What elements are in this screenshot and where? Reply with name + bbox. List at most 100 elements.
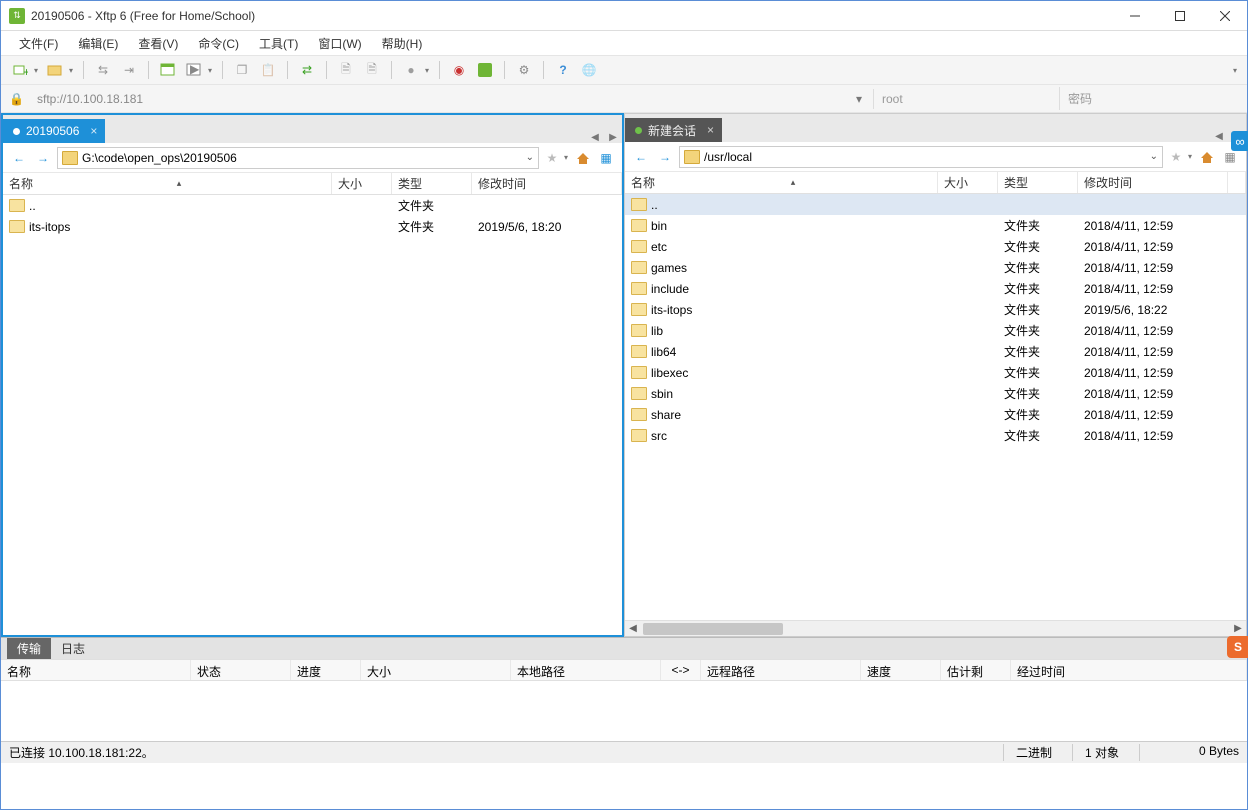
col-name[interactable]: 名称▴ xyxy=(3,173,332,194)
sync-icon[interactable]: ▶ xyxy=(183,59,205,81)
path-box[interactable]: G:\code\open_ops\20190506 ⌄ xyxy=(57,147,539,169)
toolbar-overflow[interactable]: ▾ xyxy=(1231,66,1239,75)
tab-remote[interactable]: 新建会话 × xyxy=(625,118,722,142)
menu-command[interactable]: 命令(C) xyxy=(190,33,247,54)
bookmark-icon[interactable]: ★ xyxy=(543,151,561,165)
new-session-dropdown[interactable]: ▾ xyxy=(32,66,40,75)
minimize-button[interactable] xyxy=(1112,2,1157,30)
list-item[interactable]: etc文件夹2018/4/11, 12:59 xyxy=(625,236,1246,257)
xcol-eta[interactable]: 估计剩余... xyxy=(941,660,1011,680)
side-app-icon[interactable]: S xyxy=(1227,636,1248,658)
list-item[interactable]: .. xyxy=(625,194,1246,215)
scroll-left-icon[interactable]: ◀ xyxy=(625,623,641,634)
menu-help[interactable]: 帮助(H) xyxy=(374,33,431,54)
list-item[interactable]: its-itops文件夹2019/5/6, 18:22 xyxy=(625,299,1246,320)
h-scrollbar[interactable]: ◀ ▶ xyxy=(625,620,1246,636)
col-time[interactable]: 修改时间 xyxy=(472,173,622,194)
view-mode-icon[interactable]: ▦ xyxy=(596,148,616,168)
settings-icon[interactable]: ⚙ xyxy=(513,59,535,81)
record-dropdown[interactable]: ▾ xyxy=(423,66,431,75)
col-name[interactable]: 名称▴ xyxy=(625,172,938,193)
scroll-thumb[interactable] xyxy=(643,623,783,635)
help-icon[interactable]: ? xyxy=(552,59,574,81)
menu-tools[interactable]: 工具(T) xyxy=(251,33,306,54)
home-icon[interactable] xyxy=(1198,148,1216,166)
scroll-right-icon[interactable]: ▶ xyxy=(1230,623,1246,634)
list-item[interactable]: sbin文件夹2018/4/11, 12:59 xyxy=(625,383,1246,404)
open-folder-icon[interactable] xyxy=(44,59,66,81)
col-type[interactable]: 类型 xyxy=(998,172,1078,193)
new-session-icon[interactable]: + xyxy=(9,59,31,81)
list-item[interactable]: libexec文件夹2018/4/11, 12:59 xyxy=(625,362,1246,383)
user-field[interactable]: root xyxy=(873,89,1053,109)
maximize-button[interactable] xyxy=(1157,2,1202,30)
copy-icon[interactable]: ❐ xyxy=(231,59,253,81)
col-extra[interactable] xyxy=(1228,172,1246,193)
open-folder-dropdown[interactable]: ▾ xyxy=(67,66,75,75)
path-box[interactable]: /usr/local ⌄ xyxy=(679,146,1163,168)
list-item[interactable]: share文件夹2018/4/11, 12:59 xyxy=(625,404,1246,425)
xcol-local[interactable]: 本地路径 xyxy=(511,660,661,680)
home-icon[interactable] xyxy=(574,149,592,167)
xcol-progress[interactable]: 进度 xyxy=(291,660,361,680)
new-window-icon[interactable] xyxy=(157,59,179,81)
tab-transfer[interactable]: 传输 xyxy=(7,638,51,659)
address-dropdown[interactable]: ▾ xyxy=(851,92,867,106)
bookmark-drop[interactable]: ▾ xyxy=(562,153,570,162)
path-dropdown-icon[interactable]: ⌄ xyxy=(526,152,534,163)
xcol-name[interactable]: 名称 xyxy=(1,660,191,680)
list-item[interactable]: ..文件夹 xyxy=(3,195,622,216)
xshell-icon[interactable]: ◉ xyxy=(448,59,470,81)
forward-button[interactable]: → xyxy=(655,147,675,167)
tab-log[interactable]: 日志 xyxy=(51,638,95,659)
xcol-size[interactable]: 大小 xyxy=(361,660,511,680)
left-file-list[interactable]: ..文件夹its-itops文件夹2019/5/6, 18:20 xyxy=(3,195,622,635)
tab-prev[interactable]: ◀ xyxy=(1210,131,1228,142)
xftp-icon[interactable] xyxy=(474,59,496,81)
back-button[interactable]: ← xyxy=(9,148,29,168)
bookmark-icon[interactable]: ★ xyxy=(1167,150,1185,164)
col-type[interactable]: 类型 xyxy=(392,173,472,194)
password-field[interactable]: 密码 xyxy=(1059,87,1239,110)
list-item[interactable]: src文件夹2018/4/11, 12:59 xyxy=(625,425,1246,446)
web-icon[interactable]: 🌐 xyxy=(578,59,600,81)
back-button[interactable]: ← xyxy=(631,147,651,167)
xcol-elapsed[interactable]: 经过时间 xyxy=(1011,660,1247,680)
xcol-status[interactable]: 状态 xyxy=(191,660,291,680)
list-item[interactable]: lib文件夹2018/4/11, 12:59 xyxy=(625,320,1246,341)
list-item[interactable]: include文件夹2018/4/11, 12:59 xyxy=(625,278,1246,299)
close-button[interactable] xyxy=(1202,2,1247,30)
close-icon[interactable]: × xyxy=(90,124,97,138)
paste-icon[interactable]: 📋 xyxy=(257,59,279,81)
menu-window[interactable]: 窗口(W) xyxy=(310,33,369,54)
list-item[interactable]: its-itops文件夹2019/5/6, 18:20 xyxy=(3,216,622,237)
tab-local[interactable]: 20190506 × xyxy=(3,119,105,143)
list-item[interactable]: games文件夹2018/4/11, 12:59 xyxy=(625,257,1246,278)
refresh-icon[interactable]: ⇄ xyxy=(296,59,318,81)
col-size[interactable]: 大小 xyxy=(938,172,998,193)
doc1-icon[interactable]: 🗎 xyxy=(335,59,357,81)
menu-edit[interactable]: 编辑(E) xyxy=(70,33,126,54)
list-item[interactable]: lib64文件夹2018/4/11, 12:59 xyxy=(625,341,1246,362)
close-icon[interactable]: × xyxy=(707,123,714,137)
col-size[interactable]: 大小 xyxy=(332,173,392,194)
link-icon[interactable]: ⇆ xyxy=(92,59,114,81)
xcol-speed[interactable]: 速度 xyxy=(861,660,941,680)
address-input[interactable]: sftp://10.100.18.181 xyxy=(31,89,845,109)
record-icon[interactable]: ● xyxy=(400,59,422,81)
side-link-icon[interactable]: ∞ xyxy=(1231,131,1248,151)
menu-file[interactable]: 文件(F) xyxy=(11,33,66,54)
tab-next[interactable]: ▶ xyxy=(604,132,622,143)
forward-button[interactable]: → xyxy=(33,148,53,168)
right-file-list[interactable]: ..bin文件夹2018/4/11, 12:59etc文件夹2018/4/11,… xyxy=(625,194,1246,620)
tab-prev[interactable]: ◀ xyxy=(586,132,604,143)
doc2-icon[interactable]: 🗎 xyxy=(361,59,383,81)
col-time[interactable]: 修改时间 xyxy=(1078,172,1228,193)
bookmark-drop[interactable]: ▾ xyxy=(1186,152,1194,161)
path-dropdown-icon[interactable]: ⌄ xyxy=(1150,151,1158,162)
disconnect-icon[interactable]: ⇥ xyxy=(118,59,140,81)
menu-view[interactable]: 查看(V) xyxy=(130,33,186,54)
sync-dropdown[interactable]: ▾ xyxy=(206,66,214,75)
xcol-remote[interactable]: 远程路径 xyxy=(701,660,861,680)
xcol-arrow[interactable]: <-> xyxy=(661,660,701,680)
